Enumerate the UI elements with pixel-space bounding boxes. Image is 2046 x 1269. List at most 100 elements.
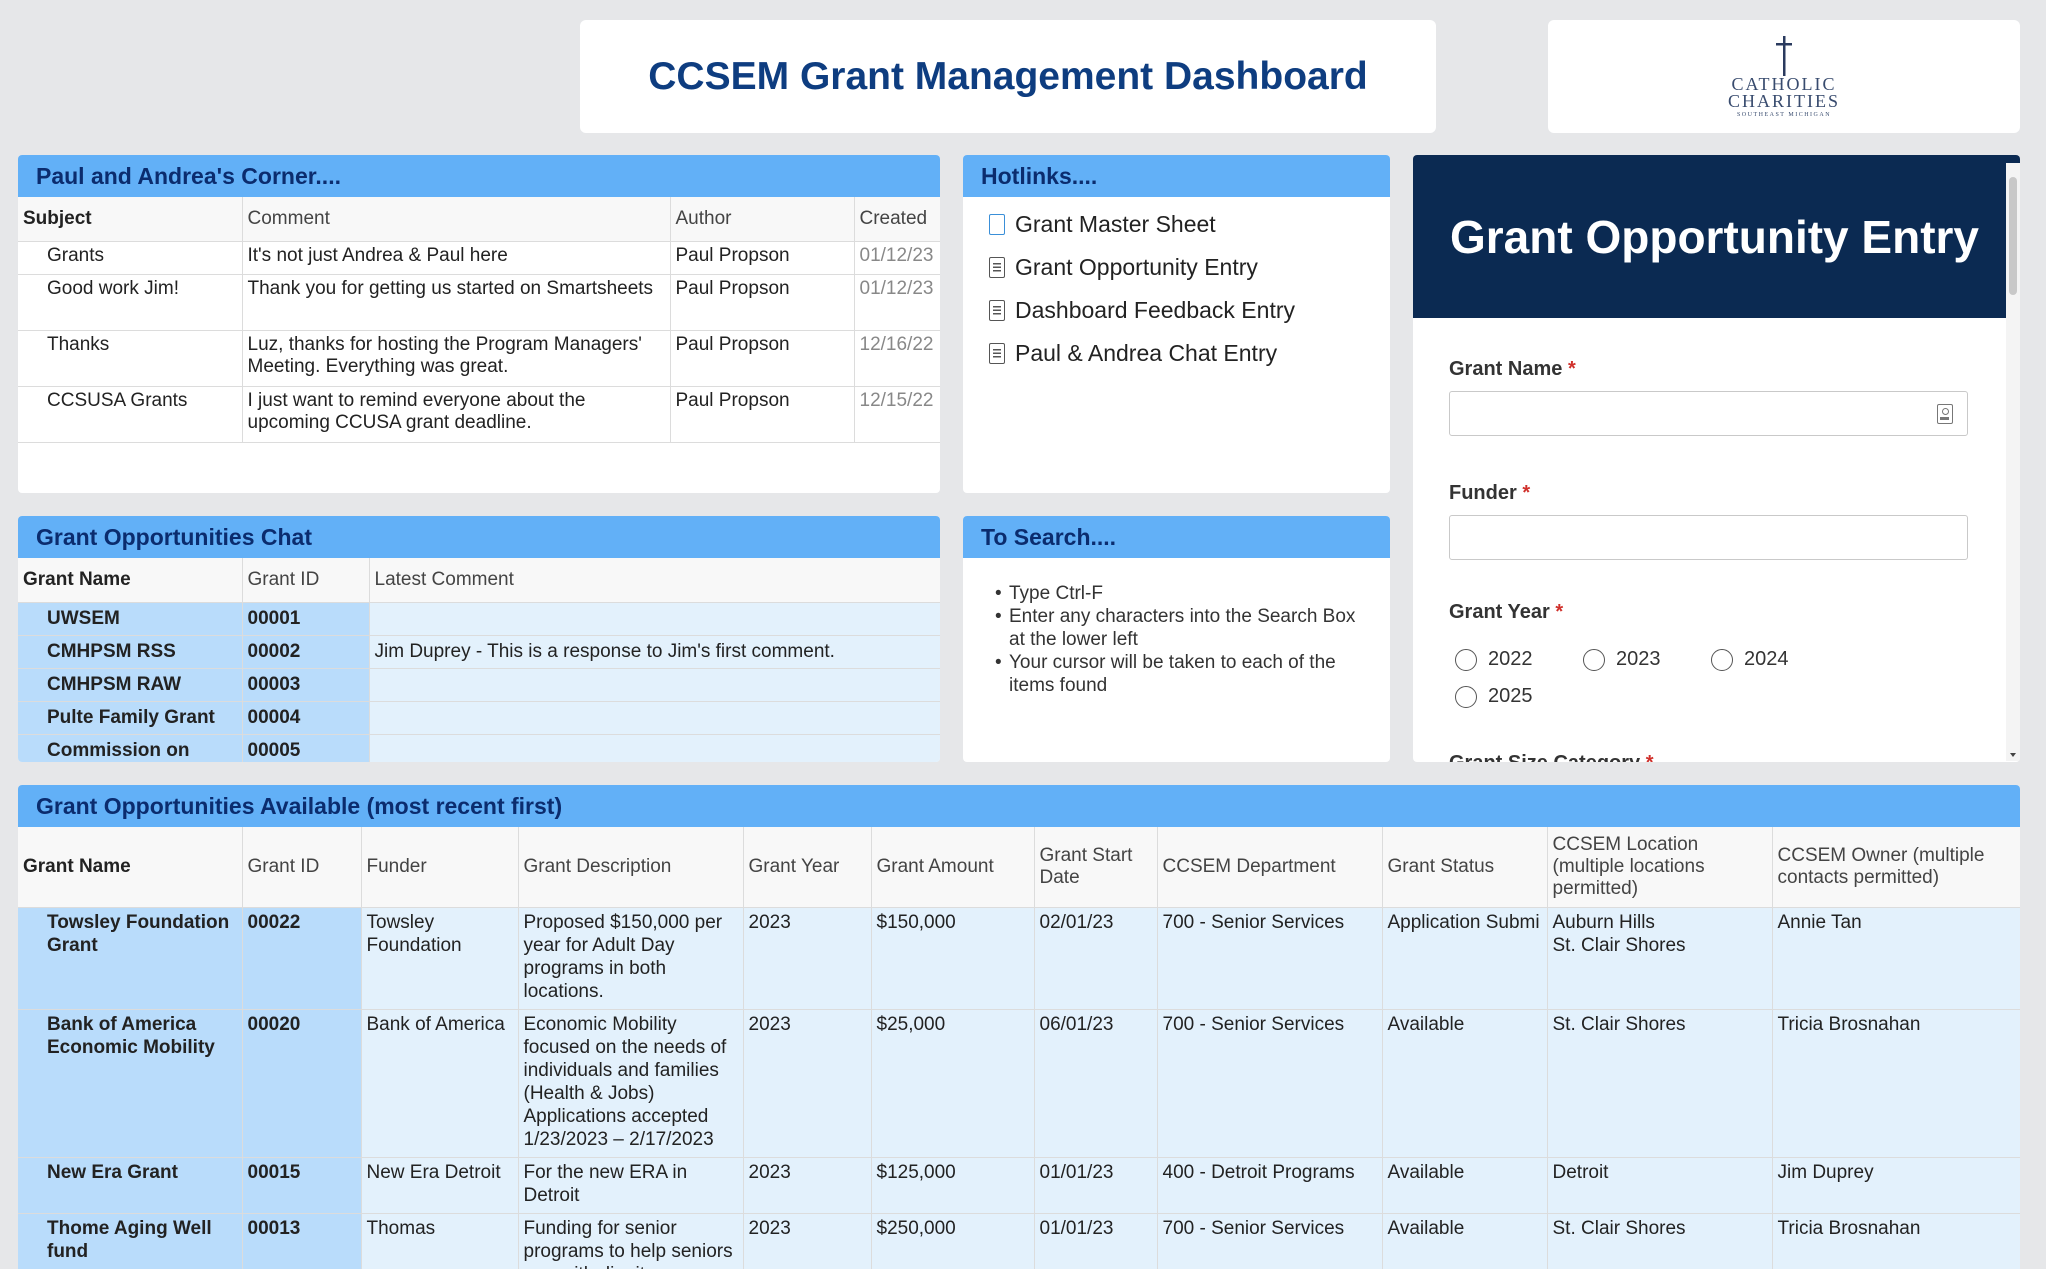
table-row[interactable]: CCSUSA Grants I just want to remind ever… bbox=[18, 386, 940, 443]
cell-created[interactable]: 12/16/22 bbox=[854, 330, 940, 387]
hotlink-label[interactable]: Dashboard Feedback Entry bbox=[1015, 297, 1295, 324]
cell-funder[interactable]: New Era Detroit bbox=[361, 1157, 519, 1214]
cell-created[interactable]: 01/12/23 bbox=[854, 274, 940, 331]
cell-description[interactable]: Funding for senior programs to help seni… bbox=[518, 1213, 744, 1269]
cell-author[interactable]: Paul Propson bbox=[670, 386, 855, 443]
cell-grant-name[interactable]: CMHPSM RSS bbox=[18, 635, 243, 669]
cell-author[interactable]: Paul Propson bbox=[670, 274, 855, 331]
cell-funder[interactable]: Bank of America bbox=[361, 1009, 519, 1158]
cell-grant-amount[interactable]: $25,000 bbox=[871, 1009, 1035, 1158]
cell-subject[interactable]: Good work Jim! bbox=[18, 274, 243, 331]
cell-owner[interactable]: Annie Tan bbox=[1772, 907, 2020, 1010]
cell-owner[interactable]: Jim Duprey bbox=[1772, 1157, 2020, 1214]
table-row[interactable]: Good work Jim! Thank you for getting us … bbox=[18, 274, 940, 331]
funder-input[interactable] bbox=[1449, 515, 1968, 560]
column-header-start-date[interactable]: Grant Start Date bbox=[1034, 827, 1158, 908]
cell-latest-comment[interactable] bbox=[369, 668, 940, 702]
column-header-grant-name[interactable]: Grant Name bbox=[18, 558, 243, 603]
radio-circle[interactable] bbox=[1455, 648, 1477, 671]
cell-grant-name[interactable]: Pulte Family Grant bbox=[18, 701, 243, 735]
cell-status[interactable]: Available bbox=[1382, 1213, 1548, 1269]
cell-comment[interactable]: Thank you for getting us started on Smar… bbox=[242, 274, 671, 331]
cell-funder[interactable]: Towsley Foundation bbox=[361, 907, 519, 1010]
cell-subject[interactable]: Thanks bbox=[18, 330, 243, 387]
table-row[interactable]: Pulte Family Grant 00004 bbox=[18, 701, 940, 735]
cell-start-date[interactable]: 01/01/23 bbox=[1034, 1157, 1158, 1214]
hotlink-chat-entry[interactable]: Paul & Andrea Chat Entry bbox=[963, 332, 1390, 375]
table-row[interactable]: Commission on 00005 bbox=[18, 734, 940, 762]
radio-year-2025[interactable]: 2025 bbox=[1449, 685, 1577, 708]
cell-location[interactable]: St. Clair Shores bbox=[1547, 1009, 1773, 1158]
scroll-down-arrow-icon[interactable] bbox=[2010, 753, 2016, 757]
cell-status[interactable]: Application Submi bbox=[1382, 907, 1548, 1010]
table-row[interactable]: CMHPSM RAW 00003 bbox=[18, 668, 940, 702]
table-row[interactable]: Thanks Luz, thanks for hosting the Progr… bbox=[18, 330, 940, 387]
grant-name-input[interactable] bbox=[1449, 391, 1968, 436]
column-header-owner[interactable]: CCSEM Owner (multiple contacts permitted… bbox=[1772, 827, 2020, 908]
cell-location[interactable]: St. Clair Shores bbox=[1547, 1213, 1773, 1269]
cell-department[interactable]: 400 - Detroit Programs bbox=[1157, 1157, 1383, 1214]
cell-grant-id[interactable]: 00002 bbox=[242, 635, 370, 669]
cell-created[interactable]: 01/12/23 bbox=[854, 241, 940, 275]
cell-start-date[interactable]: 02/01/23 bbox=[1034, 907, 1158, 1010]
cell-grant-year[interactable]: 2023 bbox=[743, 1213, 872, 1269]
cell-status[interactable]: Available bbox=[1382, 1009, 1548, 1158]
cell-owner[interactable]: Tricia Brosnahan bbox=[1772, 1213, 2020, 1269]
column-header-created[interactable]: Created bbox=[854, 197, 940, 242]
column-header-comment[interactable]: Comment bbox=[242, 197, 671, 242]
cell-start-date[interactable]: 06/01/23 bbox=[1034, 1009, 1158, 1158]
radio-year-2023[interactable]: 2023 bbox=[1577, 648, 1705, 671]
cell-grant-year[interactable]: 2023 bbox=[743, 1157, 872, 1214]
cell-grant-name[interactable]: Towsley Foundation Grant bbox=[18, 907, 243, 1010]
cell-latest-comment[interactable] bbox=[369, 734, 940, 762]
cell-grant-id[interactable]: 00013 bbox=[242, 1213, 362, 1269]
radio-year-2024[interactable]: 2024 bbox=[1705, 648, 1833, 671]
cell-owner[interactable]: Tricia Brosnahan bbox=[1772, 1009, 2020, 1158]
cell-location[interactable]: Detroit bbox=[1547, 1157, 1773, 1214]
column-header-department[interactable]: CCSEM Department bbox=[1157, 827, 1383, 908]
cell-created[interactable]: 12/15/22 bbox=[854, 386, 940, 443]
table-row[interactable]: Towsley Foundation Grant 00022 Towsley F… bbox=[18, 907, 2020, 1010]
cell-location[interactable]: Auburn Hills St. Clair Shores bbox=[1547, 907, 1773, 1010]
hotlink-dashboard-feedback-entry[interactable]: Dashboard Feedback Entry bbox=[963, 289, 1390, 332]
column-header-grant-name[interactable]: Grant Name bbox=[18, 827, 243, 908]
column-header-author[interactable]: Author bbox=[670, 197, 855, 242]
cell-latest-comment[interactable] bbox=[369, 602, 940, 636]
hotlink-grant-master-sheet[interactable]: Grant Master Sheet bbox=[963, 203, 1390, 246]
cell-grant-year[interactable]: 2023 bbox=[743, 907, 872, 1010]
cell-subject[interactable]: Grants bbox=[18, 241, 243, 275]
cell-grant-id[interactable]: 00005 bbox=[242, 734, 370, 762]
table-row[interactable]: Thome Aging Well fund 00013 Thomas Fundi… bbox=[18, 1213, 2020, 1269]
radio-circle[interactable] bbox=[1711, 648, 1733, 671]
cell-subject[interactable]: CCSUSA Grants bbox=[18, 386, 243, 443]
cell-author[interactable]: Paul Propson bbox=[670, 330, 855, 387]
column-header-grant-id[interactable]: Grant ID bbox=[242, 827, 362, 908]
cell-latest-comment[interactable]: Jim Duprey - This is a response to Jim's… bbox=[369, 635, 940, 669]
cell-grant-id[interactable]: 00015 bbox=[242, 1157, 362, 1214]
hotlink-label[interactable]: Paul & Andrea Chat Entry bbox=[1015, 340, 1277, 367]
column-header-description[interactable]: Grant Description bbox=[518, 827, 744, 908]
column-header-funder[interactable]: Funder bbox=[361, 827, 519, 908]
cell-start-date[interactable]: 01/01/23 bbox=[1034, 1213, 1158, 1269]
table-row[interactable]: CMHPSM RSS 00002 Jim Duprey - This is a … bbox=[18, 635, 940, 669]
cell-grant-amount[interactable]: $150,000 bbox=[871, 907, 1035, 1010]
table-row[interactable]: New Era Grant 00015 New Era Detroit For … bbox=[18, 1157, 2020, 1214]
cell-grant-name[interactable]: New Era Grant bbox=[18, 1157, 243, 1214]
cell-latest-comment[interactable] bbox=[369, 701, 940, 735]
column-header-latest-comment[interactable]: Latest Comment bbox=[369, 558, 940, 603]
cell-grant-name[interactable]: Commission on bbox=[18, 734, 243, 762]
cell-comment[interactable]: It's not just Andrea & Paul here bbox=[242, 241, 671, 275]
cell-description[interactable]: Proposed $150,000 per year for Adult Day… bbox=[518, 907, 744, 1010]
scrollbar-thumb[interactable] bbox=[2009, 177, 2017, 295]
radio-circle[interactable] bbox=[1455, 685, 1477, 708]
cell-grant-name[interactable]: CMHPSM RAW bbox=[18, 668, 243, 702]
cell-grant-amount[interactable]: $125,000 bbox=[871, 1157, 1035, 1214]
cell-grant-id[interactable]: 00020 bbox=[242, 1009, 362, 1158]
column-header-grant-id[interactable]: Grant ID bbox=[242, 558, 370, 603]
hotlink-grant-opportunity-entry[interactable]: Grant Opportunity Entry bbox=[963, 246, 1390, 289]
cell-grant-id[interactable]: 00004 bbox=[242, 701, 370, 735]
cell-grant-name[interactable]: Bank of America Economic Mobility bbox=[18, 1009, 243, 1158]
radio-year-2022[interactable]: 2022 bbox=[1449, 648, 1577, 671]
cell-grant-id[interactable]: 00001 bbox=[242, 602, 370, 636]
hotlink-label[interactable]: Grant Master Sheet bbox=[1015, 211, 1216, 238]
